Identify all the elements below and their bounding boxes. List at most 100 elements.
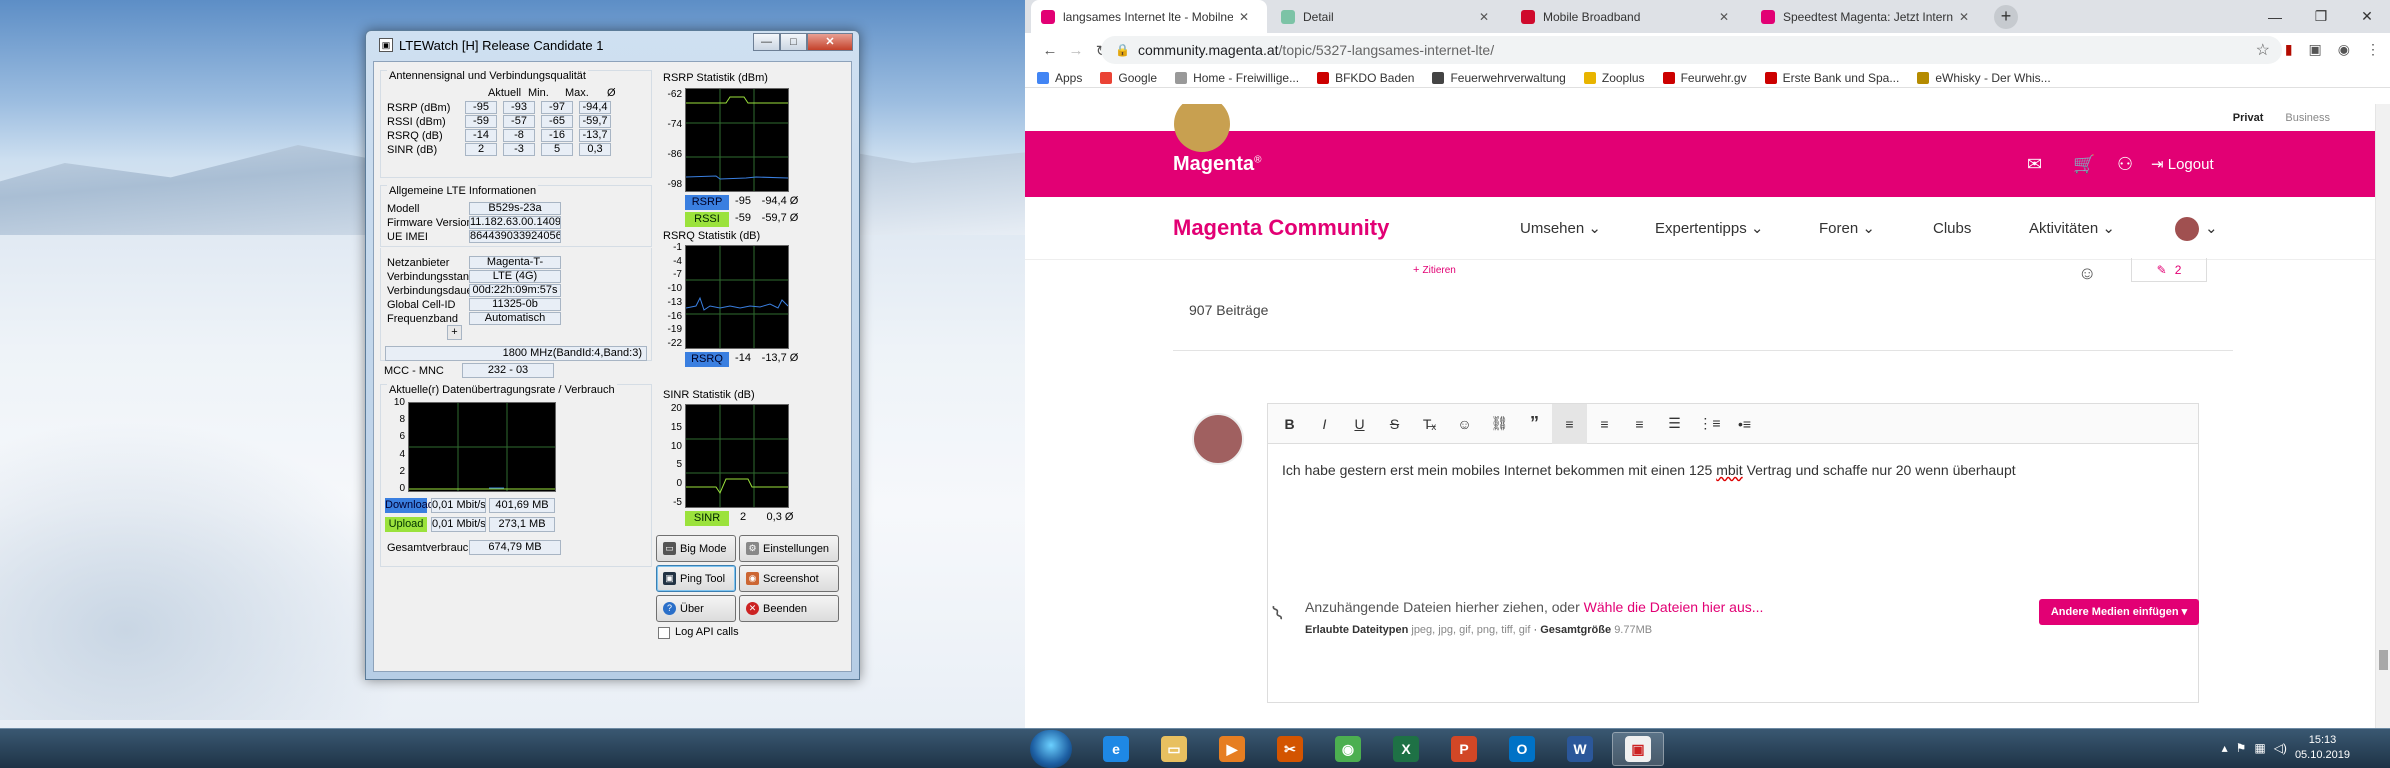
- nav-expertentipps[interactable]: Expertentipps ⌄: [1655, 219, 1763, 237]
- community-title[interactable]: Magenta Community: [1173, 215, 1389, 241]
- maximize-button[interactable]: □: [780, 33, 807, 51]
- taskbar-word[interactable]: W: [1554, 732, 1606, 766]
- browser-tab[interactable]: Detail ✕: [1271, 0, 1507, 33]
- reaction-icon[interactable]: ☺: [2078, 263, 2096, 284]
- taskbar-excel[interactable]: X: [1380, 732, 1432, 766]
- log-api-checkbox[interactable]: [658, 627, 670, 639]
- browser-close-button[interactable]: ✕: [2344, 8, 2390, 25]
- link-icon[interactable]: ⛓: [1482, 404, 1517, 444]
- tab-close-icon[interactable]: ✕: [1239, 10, 1249, 24]
- strikethrough-icon[interactable]: S: [1377, 404, 1412, 444]
- italic-icon[interactable]: I: [1307, 404, 1342, 444]
- bookmark-item[interactable]: BFKDO Baden: [1317, 71, 1414, 85]
- page-scrollbar[interactable]: [2375, 104, 2390, 728]
- menu-kebab-icon[interactable]: ⋮: [2366, 41, 2380, 58]
- chevron-down-icon[interactable]: ⌄: [2205, 219, 2218, 237]
- telekom-icon: [1761, 9, 1775, 24]
- close-icon: ✕: [746, 602, 759, 615]
- new-tab-button[interactable]: +: [1994, 5, 2018, 29]
- bookmark-item[interactable]: Erste Bank und Spa...: [1764, 70, 1900, 85]
- bookmark-star-icon[interactable]: ☆: [2256, 40, 2270, 60]
- user-icon[interactable]: ⚇: [2117, 154, 2133, 175]
- bookmark-item[interactable]: Zooplus: [1583, 71, 1645, 85]
- magenta-logo[interactable]: Magenta®: [1173, 153, 1262, 176]
- logout-link[interactable]: ⇥ Logout: [2151, 155, 2214, 173]
- justify-icon[interactable]: ☰: [1657, 404, 1692, 444]
- profile-icon[interactable]: ◉: [2338, 41, 2350, 58]
- screenshot-button[interactable]: ◉ Screenshot: [739, 565, 839, 592]
- browser-minimize-button[interactable]: —: [2252, 9, 2298, 25]
- bookmark-item[interactable]: eWhisky - Der Whis...: [1917, 71, 2051, 85]
- close-button[interactable]: ✕: [807, 33, 853, 51]
- emoji-icon[interactable]: ☺: [1447, 404, 1482, 444]
- bookmark-item[interactable]: Feuerwehrverwaltung: [1432, 71, 1566, 85]
- reply-count-button[interactable]: ✎ 2: [2131, 258, 2207, 282]
- tab-close-icon[interactable]: ✕: [1959, 10, 1969, 24]
- editor-text-1: Ich habe gestern erst mein mobiles Inter…: [1282, 462, 1717, 478]
- bookmark-item[interactable]: Google: [1100, 71, 1157, 85]
- settings-button[interactable]: ⚙ Einstellungen: [739, 535, 839, 562]
- back-arrow-icon[interactable]: ←: [1037, 42, 1063, 59]
- about-button[interactable]: ? Über: [656, 595, 736, 622]
- bullet-list-icon[interactable]: •≡: [1727, 404, 1762, 444]
- pdf-extension-icon[interactable]: ▮: [2285, 41, 2293, 58]
- browser-maximize-button[interactable]: ❐: [2298, 8, 2344, 25]
- taskbar-folder[interactable]: ▭: [1148, 732, 1200, 766]
- scroll-thumb[interactable]: [2379, 650, 2388, 670]
- clock[interactable]: 15:13 05.10.2019: [2295, 733, 2350, 763]
- user-avatar[interactable]: [2175, 217, 2199, 241]
- tab-close-icon[interactable]: ✕: [1479, 10, 1489, 24]
- start-button[interactable]: [1030, 730, 1072, 768]
- network-icon[interactable]: ▦: [2254, 741, 2265, 755]
- forward-arrow-icon[interactable]: →: [1063, 42, 1089, 59]
- browser-tab[interactable]: Speedtest Magenta: Jetzt Interne ✕: [1751, 0, 1987, 33]
- taskbar-snip[interactable]: ✂: [1264, 732, 1316, 766]
- taskbar-powerpoint[interactable]: P: [1438, 732, 1490, 766]
- align-left-icon[interactable]: ≡: [1552, 403, 1587, 444]
- nav-foren[interactable]: Foren ⌄: [1819, 219, 1875, 237]
- volume-icon[interactable]: ◁): [2274, 741, 2287, 755]
- quote-link[interactable]: + Zitieren: [1413, 264, 1456, 276]
- underline-icon[interactable]: U: [1342, 404, 1377, 444]
- insert-media-button[interactable]: Andere Medien einfügen ▾: [2039, 599, 2199, 625]
- big-mode-label: Big Mode: [680, 542, 727, 555]
- tray-arrow-icon[interactable]: ▴: [2222, 741, 2228, 755]
- taskbar-ltewatch[interactable]: ▣: [1612, 732, 1664, 766]
- nav-aktivitaeten[interactable]: Aktivitäten ⌄: [2029, 219, 2115, 237]
- taskbar-chrome[interactable]: ◉: [1322, 732, 1374, 766]
- taskbar-outlook[interactable]: O: [1496, 732, 1548, 766]
- segment-business-link[interactable]: Business: [2285, 112, 2330, 124]
- bookmark-item[interactable]: Apps: [1037, 71, 1082, 85]
- nav-umsehen[interactable]: Umsehen ⌄: [1520, 219, 1601, 237]
- taskbar-media[interactable]: ▶: [1206, 732, 1258, 766]
- align-right-icon[interactable]: ≡: [1622, 404, 1657, 444]
- browser-tab[interactable]: Mobile Broadband ✕: [1511, 0, 1747, 33]
- clear-format-icon[interactable]: T̶ₓ: [1412, 404, 1447, 444]
- segment-private-link[interactable]: Privat: [2233, 112, 2264, 124]
- freq-plus-button[interactable]: +: [447, 325, 462, 340]
- ping-tool-button[interactable]: ▣ Ping Tool: [656, 565, 736, 592]
- mail-icon[interactable]: ✉: [2027, 154, 2042, 175]
- numbered-list-icon[interactable]: ⋮≡: [1692, 404, 1727, 444]
- align-center-icon[interactable]: ≡: [1587, 404, 1622, 444]
- browser-tab[interactable]: langsames Internet lte - Mobilne ✕: [1031, 0, 1267, 33]
- taskbar-ie[interactable]: e: [1090, 732, 1142, 766]
- quote-icon[interactable]: ”: [1517, 404, 1552, 444]
- cart-icon[interactable]: 🛒: [2073, 154, 2095, 175]
- nav-clubs[interactable]: Clubs: [1933, 220, 1971, 237]
- bookmark-item[interactable]: Feurwehr.gv: [1662, 71, 1747, 85]
- flag-icon[interactable]: ⚑: [2236, 741, 2247, 755]
- choose-files-link[interactable]: Wähle die Dateien hier aus...: [1584, 599, 1764, 615]
- rssi-stat-avg: -59,7 Ø: [761, 212, 799, 224]
- big-mode-button[interactable]: ▭ Big Mode: [656, 535, 736, 562]
- attachment-area: ⌇ Anzuhängende Dateien hierher ziehen, o…: [1265, 599, 2215, 659]
- minimize-button[interactable]: —: [753, 33, 780, 51]
- bold-icon[interactable]: B: [1272, 404, 1307, 444]
- editor-content[interactable]: Ich habe gestern erst mein mobiles Inter…: [1268, 444, 2198, 496]
- bookmark-item[interactable]: Home - Freiwillige...: [1175, 71, 1299, 85]
- bookmark-label: Erste Bank und Spa...: [1782, 70, 1900, 85]
- exit-button[interactable]: ✕ Beenden: [739, 595, 839, 622]
- tab-close-icon[interactable]: ✕: [1719, 10, 1729, 24]
- address-bar[interactable]: 🔒 community.magenta.at/topic/5327-langsa…: [1101, 36, 2282, 64]
- ext-icon[interactable]: ▣: [2309, 41, 2322, 58]
